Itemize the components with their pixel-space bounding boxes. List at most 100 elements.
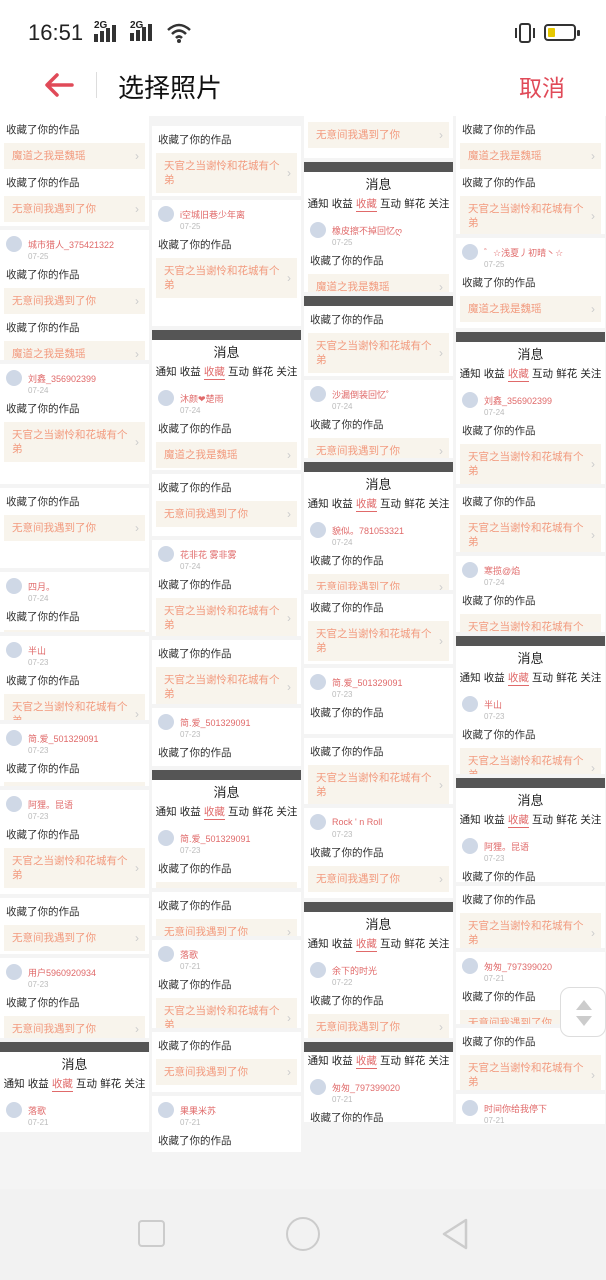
back-triangle-icon[interactable] xyxy=(440,1217,470,1251)
page-title: 选择照片 xyxy=(118,73,223,103)
fast-scroll-icon[interactable] xyxy=(560,987,606,1037)
thumb-work-card: 天官之当谢怜和花城有个弟 xyxy=(156,153,297,193)
avatar xyxy=(6,1102,22,1118)
avatar xyxy=(310,222,326,238)
photo-thumbnail[interactable]: 花非花 雾非雾 07-24 收藏了你的作品 天官之当谢怜和花城有个弟 xyxy=(152,540,301,636)
photo-thumbnail[interactable]: 消息 通知 收益 收藏 互动 鲜花 关注 刘鑫_356902399 07-24 收藏了你的作品 天官… xyxy=(456,332,605,484)
photo-thumbnail[interactable]: 消息通知收益收藏互动鲜花关注半山 07-23 收藏了你的作品天官之当谢怜和花城有个弟 xyxy=(456,636,605,774)
photo-thumbnail[interactable]: 无意间我遇到了你 xyxy=(304,116,453,158)
thumb-tab: 通知 xyxy=(459,368,481,380)
thumb-tab: 通知 xyxy=(307,938,329,950)
thumb-tab: 鲜花 xyxy=(556,368,578,380)
photo-thumbnail[interactable]: 收藏了你的作品 天官之当谢怜和花城有个弟 xyxy=(304,296,453,376)
thumb-tab: 收益 xyxy=(483,672,505,684)
thumb-tab: 鲜花 xyxy=(404,1055,426,1067)
photo-thumbnail[interactable]: 简.爱_501329091 07-23 收藏了你的作品 xyxy=(152,708,301,766)
thumb-date: 07-23 xyxy=(180,846,201,855)
thumb-username: Rock ' n Roll xyxy=(332,817,383,827)
thumb-user: ゛☆浅夏丿初晴丶☆ xyxy=(462,244,605,260)
thumb-tab: 收益 xyxy=(331,938,353,950)
thumb-message: 收藏了你的作品 xyxy=(310,255,384,267)
thumb-message: 收藏了你的作品 xyxy=(310,314,384,326)
photo-thumbnail[interactable]: 刘鑫_356902399 07-24 收藏了你的作品 天官之当谢怜和花城有个弟 xyxy=(0,364,149,484)
photo-thumbnail[interactable]: 用户5960920934 07-23 收藏了你的作品 无意间我遇到了你 xyxy=(0,958,149,1038)
photo-thumbnail[interactable]: 简.爱_501329091 07-23 收藏了你的作品 xyxy=(304,668,453,734)
thumb-tab: 互动 xyxy=(380,938,402,950)
recent-apps-icon[interactable] xyxy=(138,1220,165,1247)
photo-thumbnail[interactable]: 消息 通知 收益 收藏 互动 鲜花 关注 橡皮擦不掉回忆ღ 07-25 收藏了你的作品 魔道之我是魏… xyxy=(304,162,453,292)
thumb-date: 07-25 xyxy=(28,252,49,261)
thumb-date: 07-24 xyxy=(28,594,49,603)
thumb-work-card: 天官之当谢怜和花城有个弟 xyxy=(4,694,145,720)
thumb-message: 收藏了你的作品 xyxy=(462,496,536,508)
thumb-tab: 互动 xyxy=(228,806,250,818)
thumb-date: 07-21 xyxy=(484,1116,505,1124)
thumb-user: 落歌 xyxy=(158,946,301,962)
home-icon[interactable] xyxy=(286,1217,320,1251)
thumb-date: 07-23 xyxy=(180,730,201,739)
thumb-status-bar xyxy=(456,636,605,646)
thumb-user: 阿狸。昆语 xyxy=(6,796,149,812)
photo-thumbnail[interactable]: 消息通知收益收藏互动鲜花关注落歌07-21收藏了你的作品 xyxy=(0,1042,149,1132)
photo-thumbnail[interactable]: 果果米苏 07-21 收藏了你的作品 xyxy=(152,1096,301,1152)
thumb-message: 收藏了你的作品 xyxy=(158,979,232,991)
photo-thumbnail[interactable]: 消息 通知 收益 收藏 互动 鲜花 关注 貌似。781053321 07-24 收藏了你的作品 无意… xyxy=(304,462,453,590)
thumb-message: 收藏了你的作品 xyxy=(310,707,384,719)
photo-thumbnail[interactable]: 时间你给我停下 07-21 xyxy=(456,1094,605,1124)
thumb-tab: 通知 xyxy=(307,198,329,210)
thumb-message: 收藏了你的作品 xyxy=(158,482,232,494)
photo-thumbnail[interactable]: 收藏了你的作品 天官之当谢怜和花城有个弟 xyxy=(304,738,453,804)
thumb-status-bar xyxy=(456,778,605,788)
photo-thumbnail[interactable]: 消息 通知 收益 收藏 互动 鲜花 关注 沐颜❤楚雨 07-24 收藏了你的作品 魔道之我是魏瑶 xyxy=(152,330,301,470)
photo-thumbnail[interactable]: 消息通知收益收藏互动鲜花关注简.爱_501329091 07-23 收藏了你的作品无… xyxy=(152,770,301,888)
arrow-left-icon[interactable] xyxy=(44,72,74,98)
photo-thumbnail[interactable]: 收藏了你的作品 无意间我遇到了你 xyxy=(0,898,149,954)
thumb-message: 收藏了你的作品 xyxy=(6,763,80,775)
avatar xyxy=(158,714,174,730)
photo-thumbnail[interactable]: 收藏了你的作品 天官之当谢怜和花城有个弟 xyxy=(152,640,301,704)
photo-thumbnail[interactable]: 消息 通知 收益 收藏 互动 鲜花 关注 余下的时光 07-22 收藏了你的作品 无意间我遇到了你 xyxy=(304,902,453,1038)
photo-thumbnail[interactable]: 简.爱_501329091 07-23 收藏了你的作品无意间我遇到了你 xyxy=(0,724,149,786)
photo-thumbnail[interactable]: i空城旧巷少年离 07-25 收藏了你的作品 天官之当谢怜和花城有个弟 xyxy=(152,200,301,326)
thumb-title: 消息 xyxy=(365,177,392,192)
thumb-work-card: 魔道之我是魏瑶 xyxy=(156,442,297,468)
thumb-date: 07-24 xyxy=(332,538,353,547)
photo-thumbnail[interactable]: Rock ' n Roll 07-23 收藏了你的作品 无意间我遇到了你 xyxy=(304,808,453,898)
photo-thumbnail[interactable]: 消息通知收益收藏互动鲜花关注阿狸。昆语07-23收藏了你的作品天官之当谢怜和花城… xyxy=(456,778,605,882)
photo-thumbnail[interactable]: 收藏了你的作品 天官之当谢怜和花城有个弟 xyxy=(456,886,605,948)
thumb-status-bar xyxy=(304,1042,453,1052)
avatar xyxy=(6,236,22,252)
thumb-user: 四月。 xyxy=(6,578,149,594)
photo-thumbnail[interactable]: 收藏了你的作品 无意间我遇到了你 xyxy=(152,474,301,536)
thumb-tabs: 通知 收益 收藏 互动 鲜花 关注 xyxy=(304,935,453,956)
photo-thumbnail[interactable]: 收藏了你的作品 无意间我遇到了你 xyxy=(152,892,301,936)
photo-thumbnail[interactable]: 落歌 07-21 收藏了你的作品 天官之当谢怜和花城有个弟 xyxy=(152,940,301,1028)
photo-thumbnail[interactable]: 收藏了你的作品 天官之当谢怜和花城有个弟 xyxy=(456,488,605,552)
photo-thumbnail[interactable]: 寒揽@焰 07-24 收藏了你的作品天官之当谢怜和花城有个弟 xyxy=(456,556,605,632)
thumb-username: 落歌 xyxy=(28,1105,47,1116)
avatar xyxy=(462,392,478,408)
thumb-date: 07-23 xyxy=(28,812,49,821)
cancel-button[interactable]: 取消 xyxy=(519,69,565,103)
photo-thumbnail[interactable]: 收藏了你的作品 天官之当谢怜和花城有个弟 xyxy=(304,594,453,664)
photo-thumbnail[interactable]: 收藏了你的作品魔道之我是魏瑶收藏了你的作品天官之当谢怜和花城有个弟 xyxy=(456,116,605,234)
wifi-icon xyxy=(167,23,191,43)
photo-thumbnail[interactable]: 沙漏倒装回忆˚ 07-24 收藏了你的作品 无意间我遇到了你 xyxy=(304,380,453,458)
photo-thumbnail[interactable]: 收藏了你的作品 无意间我遇到了你 xyxy=(0,488,149,568)
photo-thumbnail[interactable]: 收藏了你的作品魔道之我是魏瑶收藏了你的作品无意间我遇到了你 xyxy=(0,116,149,226)
photo-thumbnail[interactable]: 半山 07-23 收藏了你的作品天官之当谢怜和花城有个弟 xyxy=(0,636,149,720)
photo-thumbnail[interactable]: 收藏了你的作品 无意间我遇到了你 xyxy=(152,1032,301,1092)
header-divider xyxy=(96,72,97,98)
thumb-tab: 收益 xyxy=(27,1078,49,1090)
photo-thumbnail[interactable]: 阿狸。昆语 07-23 收藏了你的作品 天官之当谢怜和花城有个弟 xyxy=(0,790,149,894)
photo-thumbnail[interactable]: 四月。 07-24 收藏了你的作品无意间我遇到了你 xyxy=(0,572,149,632)
thumb-tab: 收益 xyxy=(179,366,201,378)
thumb-work-card: 天官之当谢怜和花城有个弟 xyxy=(156,998,297,1028)
photo-thumbnail[interactable]: 收藏了你的作品天官之当谢怜和花城有个弟魔道之我是魏瑶 xyxy=(152,126,301,196)
photo-thumbnail[interactable]: 城市猎人_37542132207-25收藏了你的作品无意间我遇到了你收藏了你的作… xyxy=(0,230,149,360)
thumb-work-card: 无意间我遇到了你 xyxy=(308,438,449,458)
avatar xyxy=(462,1100,478,1116)
thumb-tab: 关注 xyxy=(428,1055,450,1067)
photo-thumbnail[interactable]: 通知收益收藏互动鲜花关注匆匆_79739902007-21收藏了你的作品无意间我… xyxy=(304,1042,453,1122)
photo-thumbnail[interactable]: ゛☆浅夏丿初晴丶☆ 07-25 收藏了你的作品 魔道之我是魏瑶 xyxy=(456,238,605,328)
